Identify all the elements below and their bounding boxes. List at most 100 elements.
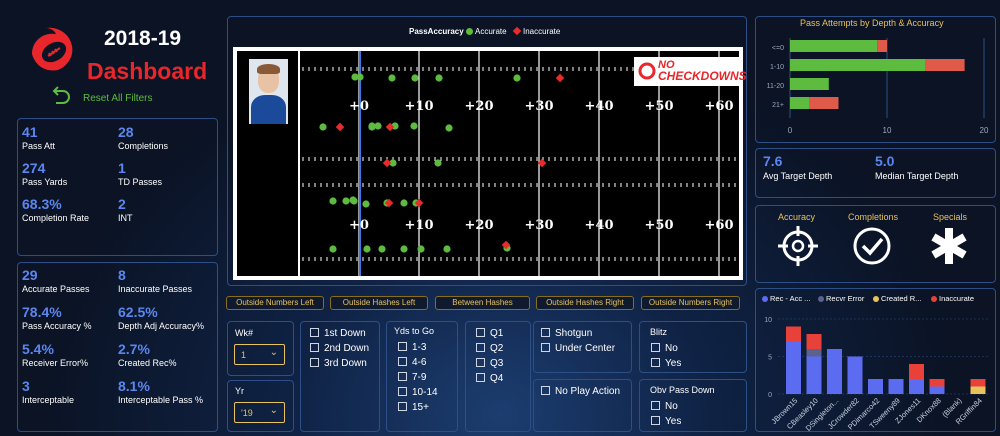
filter-checkbox[interactable]: Shotgun: [541, 328, 592, 339]
zone-button[interactable]: Outside Hashes Right: [536, 296, 634, 310]
checkbox-icon[interactable]: [476, 343, 485, 352]
reset-filters-button[interactable]: Reset All Filters: [83, 93, 152, 104]
accurate-pass-point: [368, 122, 376, 130]
accurate-pass-point: [362, 200, 370, 208]
accurate-pass-point: [356, 73, 364, 81]
filter-checkbox[interactable]: 15+: [398, 402, 429, 413]
accuracy-label: Accuracy: [778, 212, 816, 222]
year-dropdown[interactable]: '19 ⌄: [234, 402, 285, 423]
completions-label: Completions: [848, 212, 899, 222]
filter-checkbox[interactable]: Q4: [476, 373, 503, 384]
stat-value: 68.3%: [22, 196, 62, 212]
yard-number: +40: [585, 218, 614, 233]
filter-checkbox[interactable]: 1st Down: [310, 328, 366, 339]
zone-button[interactable]: Outside Numbers Right: [641, 296, 740, 310]
checkbox-icon[interactable]: [310, 328, 319, 337]
stat-value: 2: [118, 196, 126, 212]
accurate-pass-point: [435, 74, 443, 82]
checkbox-icon[interactable]: [310, 358, 319, 367]
legend-accurate-marker: [466, 28, 473, 35]
stat-label: TD Passes: [118, 177, 163, 187]
zone-button[interactable]: Between Hashes: [435, 296, 530, 310]
filter-checkbox[interactable]: Yes: [651, 416, 681, 427]
checkbox-icon[interactable]: [541, 328, 550, 337]
checkbox-label: 2nd Down: [324, 343, 370, 354]
crosshair-icon[interactable]: [777, 224, 819, 268]
stat-label: Inaccurate Passes: [118, 284, 193, 294]
filter-checkbox[interactable]: No Play Action: [541, 386, 620, 397]
filter-checkbox[interactable]: Q3: [476, 358, 503, 369]
checkbox-icon[interactable]: [310, 343, 319, 352]
filter-checkbox[interactable]: No: [651, 343, 678, 354]
asterisk-icon[interactable]: [929, 226, 969, 266]
accurate-pass-point: [434, 159, 442, 167]
filter-checkbox[interactable]: 3rd Down: [310, 358, 367, 369]
checkbox-icon[interactable]: [651, 416, 660, 425]
yard-number: +20: [465, 218, 494, 233]
header-year: 2018-19: [104, 27, 182, 50]
receiver-bar: [929, 379, 945, 387]
checkbox-icon[interactable]: [398, 357, 407, 366]
x-tick-label: 0: [788, 126, 793, 135]
checkbox-icon[interactable]: [651, 358, 660, 367]
checkbox-icon[interactable]: [476, 328, 485, 337]
checkbox-icon[interactable]: [398, 387, 407, 396]
filter-checkbox[interactable]: 1-3: [398, 342, 426, 353]
checkbox-icon[interactable]: [651, 343, 660, 352]
zone-button[interactable]: Outside Hashes Left: [330, 296, 428, 310]
week-dropdown[interactable]: 1 ⌄: [234, 344, 285, 365]
checkbox-icon[interactable]: [398, 372, 407, 381]
stat-value: 28: [118, 124, 134, 140]
stat-value: 8: [118, 267, 126, 283]
yards-slicer-title: Yds to Go: [394, 326, 435, 336]
y-category-label: 21+: [772, 102, 784, 109]
accurate-pass-point: [342, 197, 350, 205]
checkbox-icon[interactable]: [541, 386, 550, 395]
checkbox-label: Q3: [490, 358, 504, 369]
filter-checkbox[interactable]: 4-6: [398, 357, 426, 368]
stat-label: Pass Accuracy %: [22, 321, 92, 331]
stat-value: 2.7%: [118, 341, 150, 357]
stat-value: 1: [118, 160, 126, 176]
y-tick-label: 5: [768, 355, 772, 362]
stat-label: Pass Att: [22, 141, 56, 151]
median-target-depth-label: Median Target Depth: [875, 171, 959, 181]
zone-button[interactable]: Outside Numbers Left: [226, 296, 324, 310]
logo-text-bottom: CHECKDOWNS: [658, 69, 747, 83]
filter-checkbox[interactable]: 7-9: [398, 372, 426, 383]
checkbox-label: Q2: [490, 343, 504, 354]
filter-checkbox[interactable]: Q1: [476, 328, 503, 339]
accurate-pass-point: [443, 245, 451, 253]
filter-checkbox[interactable]: No: [651, 401, 678, 412]
checkbox-icon[interactable]: [541, 343, 550, 352]
checkbox-icon[interactable]: [651, 401, 660, 410]
checkbox-icon[interactable]: [476, 373, 485, 382]
stat-value: 274: [22, 160, 46, 176]
checkbox-label: Q1: [490, 328, 504, 339]
player-photo: [249, 59, 288, 124]
accurate-pass-point: [329, 245, 337, 253]
checkbox-icon[interactable]: [398, 342, 407, 351]
filter-checkbox[interactable]: Q2: [476, 343, 503, 354]
accurate-bar: [790, 97, 810, 109]
checkbox-icon[interactable]: [476, 358, 485, 367]
checkbox-label: No: [665, 401, 678, 412]
checkbox-label: 10-14: [412, 387, 438, 398]
legend-marker: [931, 296, 937, 302]
stat-label: Interceptable Pass %: [118, 395, 204, 405]
reset-icon[interactable]: [49, 85, 71, 107]
receiver-bar: [786, 326, 801, 342]
filter-checkbox[interactable]: Under Center: [541, 343, 615, 354]
filter-checkbox[interactable]: 2nd Down: [310, 343, 369, 354]
filter-checkbox[interactable]: 10-14: [398, 387, 438, 398]
stat-label: Completions: [118, 141, 169, 151]
accurate-pass-point: [445, 124, 453, 132]
accurate-pass-point: [417, 245, 425, 253]
y-category-label: 1-10: [770, 64, 784, 71]
accurate-pass-point: [410, 122, 418, 130]
y-category-label: <=0: [772, 45, 784, 52]
chevron-down-icon: ⌄: [269, 405, 278, 416]
checkbox-icon[interactable]: [398, 402, 407, 411]
check-circle-icon[interactable]: [852, 226, 892, 266]
filter-checkbox[interactable]: Yes: [651, 358, 681, 369]
